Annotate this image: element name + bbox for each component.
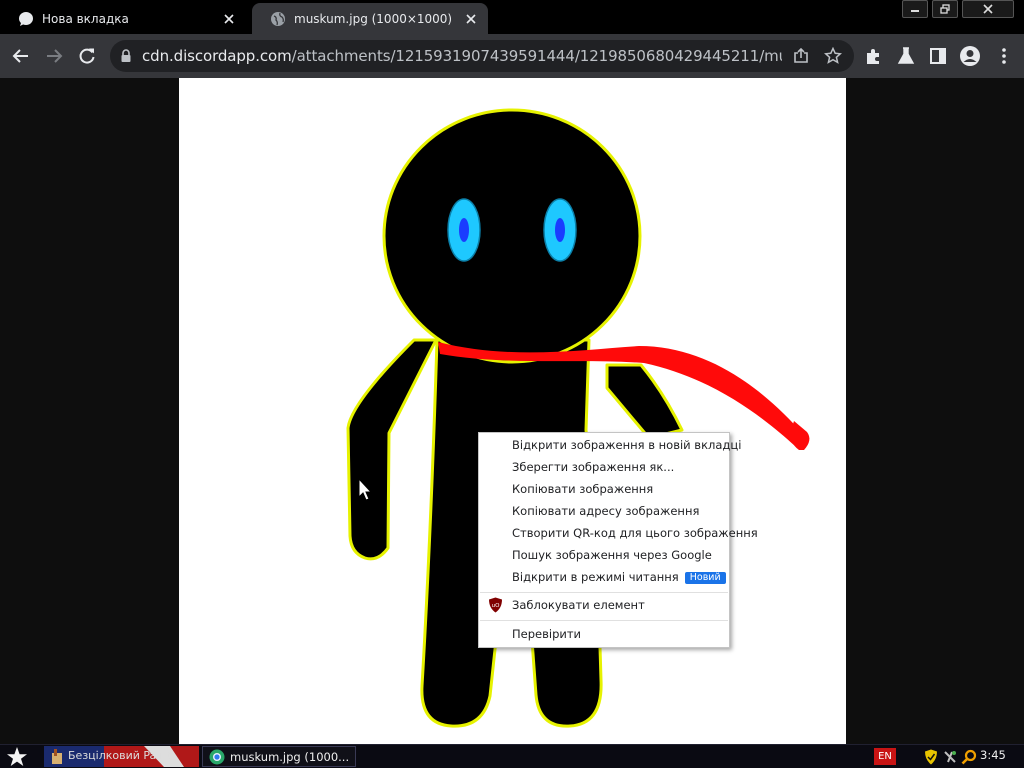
chrome-app-icon	[209, 749, 225, 764]
close-icon	[983, 4, 993, 14]
taskbar-paint-label: Безцілковий Paint	[68, 749, 171, 762]
tab-strip: Нова вкладка muskum.jpg (1000×1000)	[0, 0, 1024, 34]
menu-item-create-qr-code[interactable]: Створити QR-код для цього зображення	[479, 522, 758, 544]
browser-toolbar: cdn.discordapp.com/attachments/121593190…	[0, 34, 1024, 78]
menu-item-copy-image-address[interactable]: Копіювати адресу зображення	[479, 500, 729, 522]
tab-title: Нова вкладка	[42, 11, 129, 26]
side-panel-icon[interactable]	[928, 46, 948, 66]
menu-item-label: Відкрити в режимі читання	[512, 570, 679, 584]
network-icon[interactable]	[942, 749, 958, 765]
chrome-bubble-icon	[19, 11, 33, 26]
restore-button[interactable]	[932, 0, 958, 18]
menu-dots-icon[interactable]	[994, 46, 1014, 66]
menu-item-label: Відкрити зображення в новій вкладці	[512, 438, 742, 452]
menu-item-copy-image[interactable]: Копіювати зображення	[479, 478, 729, 500]
search-magnifier-icon[interactable]	[961, 749, 977, 765]
taskbar-chrome-label: muskum.jpg (1000...	[230, 749, 350, 764]
close-window-button[interactable]	[962, 0, 1014, 18]
menu-separator	[480, 592, 728, 593]
menu-item-save-image-as[interactable]: Зберегти зображення як...	[479, 456, 729, 478]
close-tab-icon[interactable]	[222, 12, 236, 26]
close-tab-icon[interactable]	[464, 12, 478, 26]
menu-item-inspect[interactable]: Перевірити	[479, 623, 729, 645]
url-host: cdn.discordapp.com	[142, 47, 292, 65]
menu-item-label: Зберегти зображення як...	[512, 460, 675, 474]
security-shield-icon[interactable]	[924, 749, 938, 765]
menu-item-open-in-new-tab[interactable]: Відкрити зображення в новій вкладці	[479, 434, 741, 456]
menu-item-label: Пошук зображення через Google	[512, 548, 712, 562]
menu-item-reading-mode[interactable]: Відкрити в режимі читання Новий	[479, 566, 729, 588]
paint-app-icon	[52, 749, 62, 764]
restore-icon	[940, 4, 950, 14]
left-pupil	[459, 218, 469, 242]
language-indicator[interactable]: EN	[874, 748, 896, 765]
window-controls	[902, 0, 1014, 18]
right-pupil	[555, 218, 565, 242]
menu-separator	[480, 620, 728, 621]
tab-muskum[interactable]: muskum.jpg (1000×1000)	[252, 3, 488, 34]
reload-icon[interactable]	[77, 46, 97, 66]
menu-item-label: Створити QR-код для цього зображення	[512, 526, 758, 540]
back-arrow-icon[interactable]	[11, 46, 31, 66]
minimize-icon	[911, 10, 919, 12]
menu-item-block-element[interactable]: uO Заблокувати елемент	[479, 594, 729, 616]
url-path: /attachments/1215931907439591444/1219850…	[291, 47, 782, 65]
svg-text:uO: uO	[492, 603, 500, 609]
profile-avatar-icon[interactable]	[959, 45, 981, 67]
clock: 3:45	[980, 748, 1006, 762]
page-content: Відкрити зображення в новій вкладці Збер…	[0, 78, 1024, 744]
bookmark-star-icon[interactable]	[824, 47, 842, 65]
share-icon[interactable]	[792, 47, 810, 65]
address-bar[interactable]: cdn.discordapp.com/attachments/121593190…	[110, 40, 854, 72]
minimize-button[interactable]	[902, 0, 928, 18]
tab-title: muskum.jpg (1000×1000)	[294, 11, 453, 26]
taskbar-item-chrome[interactable]: muskum.jpg (1000...	[202, 746, 356, 767]
menu-item-label: Перевірити	[512, 627, 582, 641]
url-text: cdn.discordapp.com/attachments/121593190…	[142, 47, 782, 65]
menu-item-label: Копіювати адресу зображення	[512, 504, 700, 518]
start-star-icon[interactable]	[4, 746, 30, 768]
menu-item-label: Заблокувати елемент	[512, 598, 645, 612]
tab-new-tab[interactable]: Нова вкладка	[0, 3, 246, 34]
globe-icon	[271, 11, 285, 26]
ublock-shield-icon: uO	[489, 597, 502, 613]
menu-item-label: Копіювати зображення	[512, 482, 654, 496]
lock-icon	[121, 49, 131, 62]
labs-flask-icon[interactable]	[896, 46, 916, 66]
new-badge: Новий	[684, 572, 726, 584]
taskbar-item-paint[interactable]: Безцілковий Paint	[44, 746, 199, 767]
taskbar: Безцілковий Paint muskum.jpg (1000... EN…	[0, 744, 1024, 768]
context-menu: Відкрити зображення в новій вкладці Збер…	[478, 432, 758, 648]
menu-item-google-image-search[interactable]: Пошук зображення через Google	[479, 544, 729, 566]
forward-arrow-icon[interactable]	[44, 46, 64, 66]
extensions-icon[interactable]	[864, 46, 884, 66]
